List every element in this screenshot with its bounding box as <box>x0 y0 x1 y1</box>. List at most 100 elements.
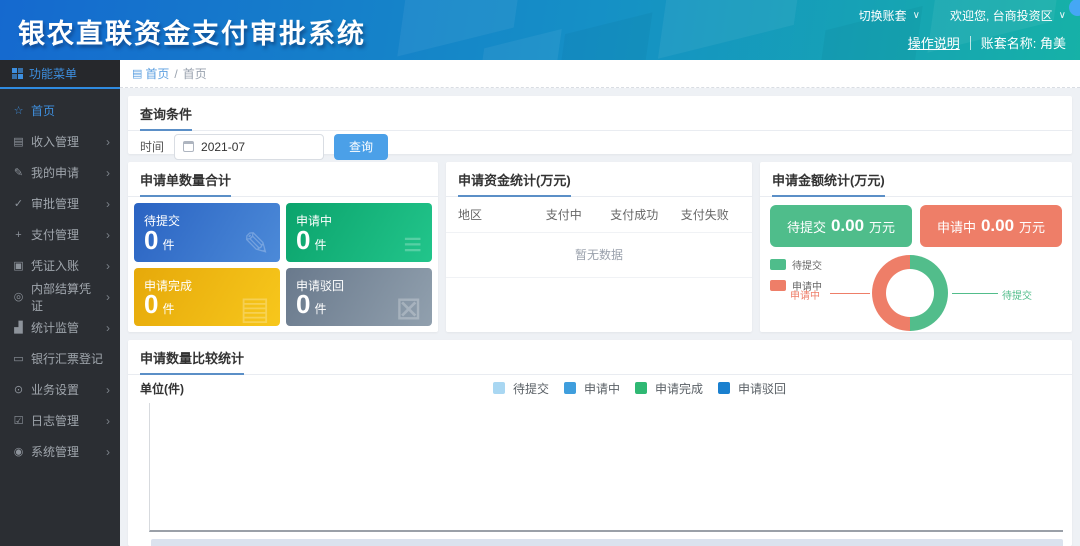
stat-card-in-progress: 申请中 0 件 ≡ <box>286 203 432 262</box>
sidebar-item-system-management[interactable]: ◉ 系统管理 › <box>0 436 120 467</box>
legend-item-pending-submit[interactable]: 待提交 <box>493 380 549 397</box>
chart-unit-label: 单位(件) <box>140 380 184 397</box>
stat-card-value: 0 <box>144 289 158 320</box>
legend-swatch <box>770 280 786 291</box>
header-decoration <box>478 29 562 60</box>
donut-callout-line <box>830 293 870 294</box>
time-picker-value: 2021-07 <box>201 140 245 154</box>
stat-card-unit: 件 <box>314 236 326 253</box>
legend-item-pending-submit[interactable]: 待提交 <box>770 257 822 272</box>
sidebar-item-label: 日志管理 <box>31 412 79 429</box>
chevron-right-icon: › <box>106 291 110 303</box>
sidebar-item-payment[interactable]: + 支付管理 › <box>0 219 120 250</box>
sidebar-item-label: 收入管理 <box>31 133 79 150</box>
panel-title: 查询条件 <box>128 96 1072 131</box>
legend-swatch <box>635 382 647 394</box>
amount-card-unit: 万元 <box>1019 217 1045 236</box>
amount-card-value: 0.00 <box>981 216 1014 236</box>
table-header-row: 地区 支付中 支付成功 支付失败 <box>446 197 752 233</box>
chevron-right-icon: › <box>106 384 110 396</box>
legend-label: 申请驳回 <box>738 380 786 397</box>
legend-label: 待提交 <box>513 380 549 397</box>
list-check-icon: ≡ <box>403 228 422 260</box>
sidebar-item-income[interactable]: ▤ 收入管理 › <box>0 126 120 157</box>
amount-card-value: 0.00 <box>831 216 864 236</box>
legend-swatch <box>718 382 730 394</box>
chevron-right-icon: › <box>106 446 110 458</box>
gear-icon: ◉ <box>12 445 25 458</box>
query-panel-title-label: 查询条件 <box>140 104 192 131</box>
stat-card-value: 0 <box>296 289 310 320</box>
legend-label: 申请中 <box>584 380 620 397</box>
sidebar-item-approval[interactable]: ✓ 审批管理 › <box>0 188 120 219</box>
chevron-down-icon[interactable]: ∨ <box>1059 10 1066 21</box>
chevron-right-icon: › <box>106 415 110 427</box>
sidebar-item-voucher-entry[interactable]: ▣ 凭证入账 › <box>0 250 120 281</box>
amount-statistics-panel: 申请金额统计(万元) 待提交 0.00 万元 申请中 0.00 <box>760 162 1072 332</box>
search-button[interactable]: 查询 <box>334 134 388 160</box>
stat-card-pending-submit: 待提交 0 件 ✎ <box>134 203 280 262</box>
chevron-right-icon: › <box>106 260 110 272</box>
document-icon: ▤ <box>132 67 142 80</box>
funds-statistics-panel: 申请资金统计(万元) 地区 支付中 支付成功 支付失败 暂无数据 <box>446 162 752 332</box>
chart-scrollbar[interactable] <box>151 539 1063 546</box>
sidebar-item-label: 首页 <box>31 102 55 119</box>
legend-item-in-progress[interactable]: 申请中 <box>564 380 620 397</box>
column-header-success: 支付成功 <box>599 206 670 223</box>
sidebar-item-bank-draft[interactable]: ▭ 银行汇票登记 <box>0 343 120 374</box>
stat-card-unit: 件 <box>162 300 174 317</box>
legend-label: 申请完成 <box>655 380 703 397</box>
sidebar: 功能菜单 ☆ 首页 ▤ 收入管理 › ✎ 我的申请 › ✓ 审批管理 › <box>0 60 120 546</box>
application-count-panel: 申请单数量合计 待提交 0 件 ✎ 申请中 <box>128 162 438 332</box>
edit-document-icon: ✎ <box>243 228 270 260</box>
legend-item-completed[interactable]: 申请完成 <box>635 380 703 397</box>
donut-label-left: 申请中 <box>790 287 820 302</box>
amount-card-in-progress: 申请中 0.00 万元 <box>920 205 1062 247</box>
switch-account-link[interactable]: 切换账套 <box>859 7 907 24</box>
sidebar-menu-header-label: 功能菜单 <box>29 65 77 82</box>
bar-chart-legend: 待提交 申请中 申请完成 申请驳回 <box>493 375 786 401</box>
sidebar-item-home[interactable]: ☆ 首页 <box>0 95 120 126</box>
panel-title: 申请数量比较统计 <box>128 340 1072 375</box>
amount-panel-title-label: 申请金额统计(万元) <box>772 170 885 197</box>
sidebar-item-statistics[interactable]: ▟ 统计监管 › <box>0 312 120 343</box>
amount-card-label: 申请中 <box>937 217 976 236</box>
query-conditions-panel: 查询条件 时间 2021-07 查询 <box>128 96 1072 154</box>
sidebar-item-label: 支付管理 <box>31 226 79 243</box>
star-icon: ☆ <box>12 104 25 117</box>
sidebar-item-business-settings[interactable]: ⊙ 业务设置 › <box>0 374 120 405</box>
chevron-right-icon: › <box>106 167 110 179</box>
amount-card-unit: 万元 <box>869 217 895 236</box>
column-header-paying: 支付中 <box>529 206 600 223</box>
sidebar-item-label: 内部结算凭证 <box>31 280 100 314</box>
sidebar-item-label: 银行汇票登记 <box>31 350 103 367</box>
calendar-icon <box>183 141 194 152</box>
donut-chart <box>872 255 948 331</box>
sidebar-item-log-management[interactable]: ☑ 日志管理 › <box>0 405 120 436</box>
sidebar-item-label: 凭证入账 <box>31 257 79 274</box>
pencil-icon: ✎ <box>12 166 25 179</box>
log-icon: ☑ <box>12 414 25 427</box>
bar-chart-icon: ▟ <box>12 321 25 334</box>
chevron-down-icon[interactable]: ∨ <box>913 10 920 21</box>
breadcrumb-home-label: 首页 <box>145 65 169 82</box>
stat-card-value: 0 <box>296 225 310 256</box>
notification-dot[interactable] <box>1069 0 1080 16</box>
chevron-right-icon: › <box>106 322 110 334</box>
stat-card-unit: 件 <box>314 300 326 317</box>
chevron-right-icon: › <box>106 136 110 148</box>
gear-icon: ◎ <box>12 290 25 303</box>
operation-guide-link[interactable]: 操作说明 <box>908 33 960 52</box>
sidebar-item-label: 系统管理 <box>31 443 79 460</box>
stat-card-completed: 申请完成 0 件 ▤ <box>134 268 280 327</box>
time-picker-input[interactable]: 2021-07 <box>174 134 324 160</box>
comparison-chart-panel: 申请数量比较统计 单位(件) 待提交 申请中 <box>128 340 1072 546</box>
briefcase-icon: ▣ <box>12 259 25 272</box>
breadcrumb-home-link[interactable]: ▤ 首页 <box>132 65 169 82</box>
sidebar-item-internal-settlement[interactable]: ◎ 内部结算凭证 › <box>0 281 120 312</box>
document-icon: ▤ <box>240 292 270 324</box>
legend-item-rejected[interactable]: 申请驳回 <box>718 380 786 397</box>
sidebar-item-my-applications[interactable]: ✎ 我的申请 › <box>0 157 120 188</box>
header-decoration <box>558 12 653 60</box>
breadcrumb-current: 首页 <box>183 65 207 82</box>
